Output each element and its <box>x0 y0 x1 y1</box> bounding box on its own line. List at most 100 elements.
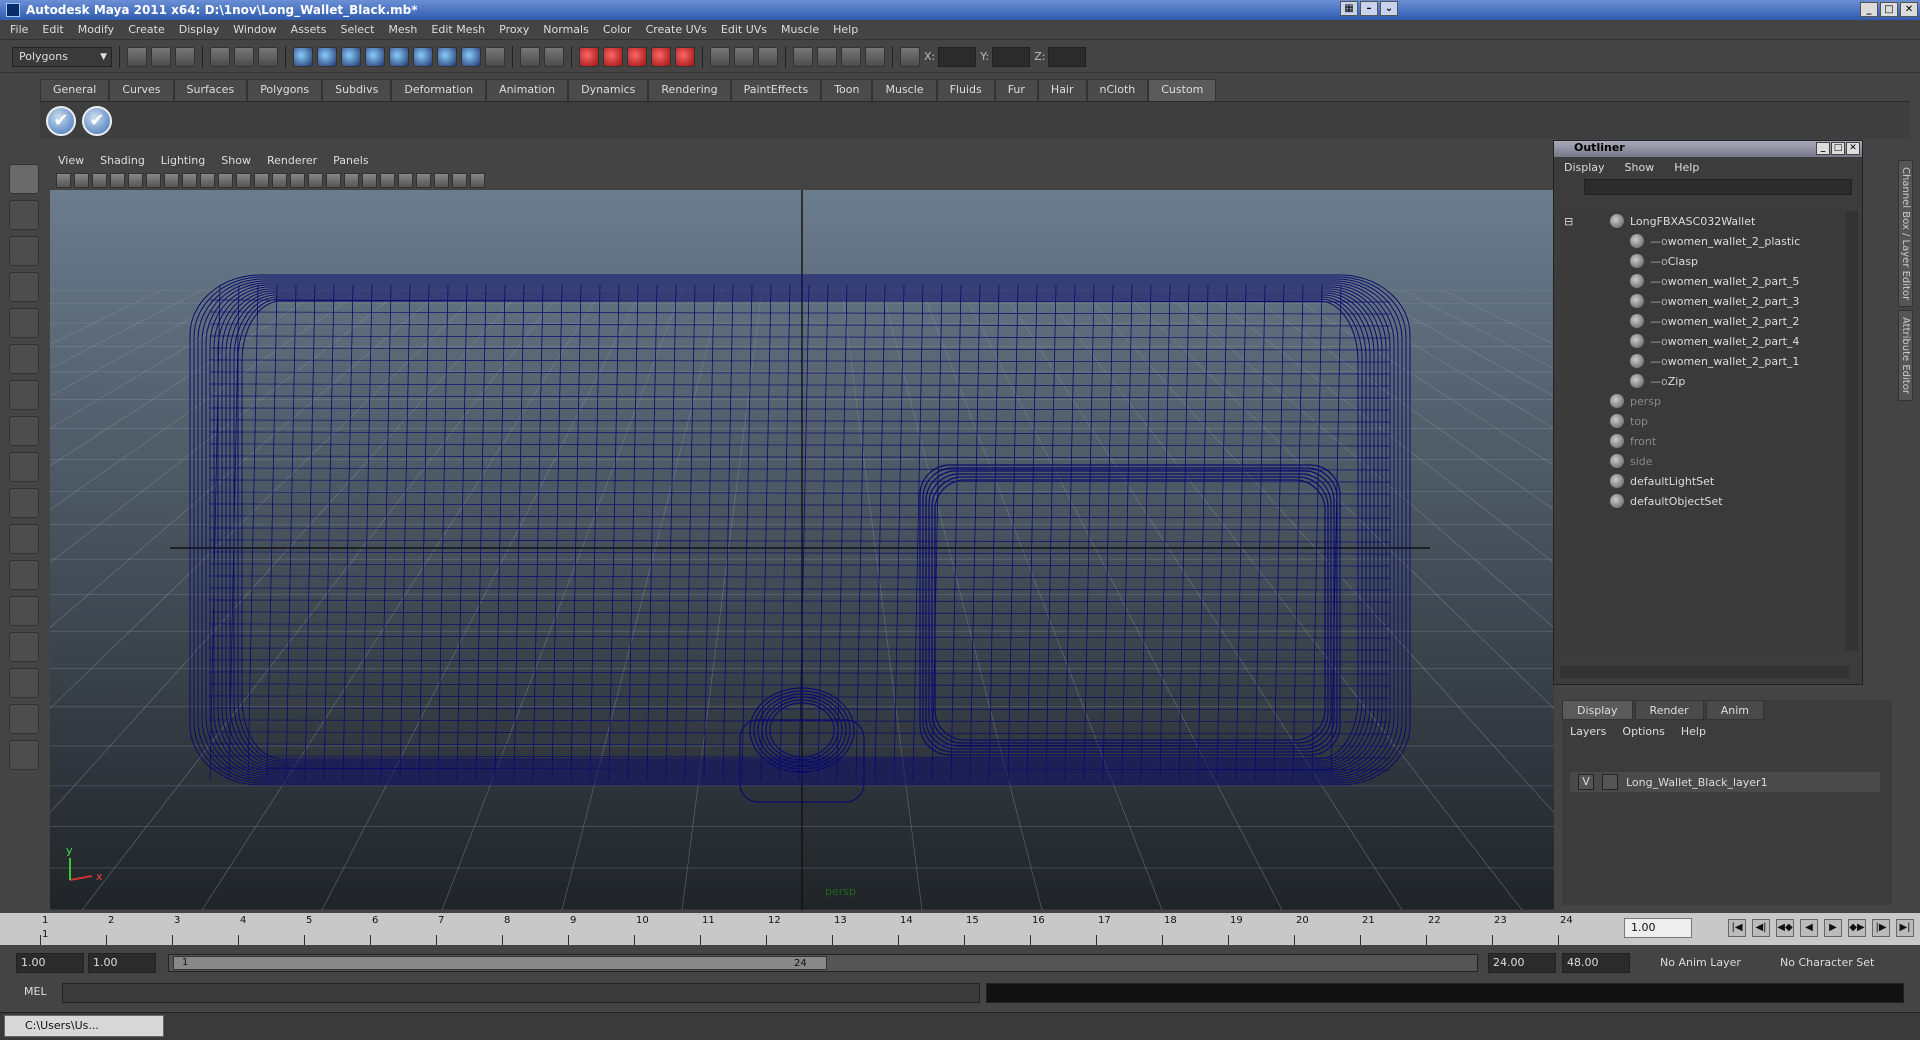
outliner-item[interactable]: —o women_wallet_2_part_2 <box>1560 311 1850 331</box>
step-back-icon[interactable]: ◀| <box>1752 919 1770 937</box>
coord-z-field[interactable] <box>1048 46 1087 67</box>
command-language-label[interactable]: MEL <box>24 985 47 998</box>
help-icon[interactable] <box>485 46 505 67</box>
coord-y-field[interactable] <box>992 46 1031 67</box>
layer-menu-help[interactable]: Help <box>1681 725 1706 738</box>
tray-minimize-icon[interactable]: – <box>1360 1 1378 16</box>
viewport-tool-icon[interactable] <box>380 172 395 188</box>
layout-graph-icon[interactable] <box>9 632 39 662</box>
rotate-tool-icon[interactable] <box>9 308 39 338</box>
shelf-tab-fur[interactable]: Fur <box>994 79 1038 101</box>
minimize-icon[interactable]: _ <box>1860 2 1878 17</box>
mask-joints-icon[interactable] <box>317 46 337 67</box>
viewport-tool-icon[interactable] <box>236 172 251 188</box>
layout-hypershade-icon[interactable] <box>9 668 39 698</box>
last-tool-icon[interactable] <box>9 488 39 518</box>
tab-attribute-editor[interactable]: Attribute Editor <box>1898 310 1913 401</box>
menu-proxy[interactable]: Proxy <box>499 23 529 36</box>
go-to-start-icon[interactable]: |◀ <box>1728 919 1746 937</box>
outliner-item[interactable]: ⊟ LongFBXASC032Wallet <box>1560 211 1850 231</box>
paint-select-tool-icon[interactable] <box>9 236 39 266</box>
shelf-check-icon[interactable]: ✔ <box>46 105 76 136</box>
outliner-item[interactable]: —o Zip <box>1560 371 1850 391</box>
animation-start-field[interactable]: 1.00 <box>16 953 84 973</box>
menu-muscle[interactable]: Muscle <box>781 23 819 36</box>
viewport-canvas[interactable]: xy persp <box>50 190 1554 910</box>
menu-edit-mesh[interactable]: Edit Mesh <box>431 23 485 36</box>
select-tool-icon[interactable] <box>9 164 39 194</box>
shelf-tab-general[interactable]: General <box>40 79 110 101</box>
tray-chevron-down-icon[interactable]: ⌄ <box>1380 1 1398 16</box>
shelf-check-icon[interactable]: ✔ <box>82 105 112 136</box>
render-view-icon[interactable] <box>793 46 813 67</box>
mask-misc-icon[interactable] <box>461 46 481 67</box>
maximize-icon[interactable]: □ <box>1880 2 1898 17</box>
outliner-item[interactable]: —o Clasp <box>1560 251 1850 271</box>
viewport-tool-icon[interactable] <box>290 172 305 188</box>
tab-channel-box[interactable]: Channel Box / Layer Editor <box>1898 160 1913 308</box>
shelf-tab-surfaces[interactable]: Surfaces <box>173 79 248 101</box>
input-ops-icon[interactable] <box>710 46 730 67</box>
snap-point-icon[interactable] <box>627 46 647 67</box>
menu-file[interactable]: File <box>10 23 28 36</box>
maximize-icon[interactable]: □ <box>1831 142 1845 155</box>
menu-display[interactable]: Display <box>179 23 220 36</box>
layer-row[interactable]: V Long_Wallet_Black_layer1 <box>1570 772 1880 792</box>
select-hierarchy-icon[interactable] <box>210 46 230 67</box>
range-bar[interactable]: 1 24 <box>168 954 1478 972</box>
outliner-menu-display[interactable]: Display <box>1564 161 1605 174</box>
viewport-tool-icon[interactable] <box>308 172 323 188</box>
shelf-tab-deformation[interactable]: Deformation <box>391 79 487 101</box>
viewport-tool-icon[interactable] <box>74 172 89 188</box>
playback-end-field[interactable]: 24.00 <box>1488 953 1556 973</box>
shelf-tab-painteffects[interactable]: PaintEffects <box>730 79 822 101</box>
mask-deformations-icon[interactable] <box>389 46 409 67</box>
select-component-icon[interactable] <box>258 46 278 67</box>
mask-surfaces-icon[interactable] <box>365 46 385 67</box>
outliner-item[interactable]: —o women_wallet_2_part_5 <box>1560 271 1850 291</box>
viewport-tool-icon[interactable] <box>218 172 233 188</box>
layer-menu-options[interactable]: Options <box>1622 725 1664 738</box>
snap-curve-icon[interactable] <box>603 46 623 67</box>
animation-end-field[interactable]: 48.00 <box>1562 953 1630 973</box>
soft-mod-tool-icon[interactable] <box>9 416 39 446</box>
select-object-icon[interactable] <box>234 46 254 67</box>
lasso-tool-icon[interactable] <box>9 200 39 230</box>
step-forward-key-icon[interactable]: ◆▶ <box>1848 919 1866 937</box>
manipulator-tool-icon[interactable] <box>9 380 39 410</box>
outliner-vertical-scrollbar[interactable] <box>1846 211 1858 651</box>
viewport-tool-icon[interactable] <box>272 172 287 188</box>
outliner-item[interactable]: —o women_wallet_2_part_4 <box>1560 331 1850 351</box>
character-set-select[interactable]: No Character Set <box>1776 953 1886 973</box>
viewport-tool-icon[interactable] <box>92 172 107 188</box>
viewport-tool-icon[interactable] <box>164 172 179 188</box>
render-settings-icon[interactable] <box>865 46 885 67</box>
render-frame-icon[interactable] <box>817 46 837 67</box>
shelf-tab-subdivs[interactable]: Subdivs <box>322 79 392 101</box>
layer-type-toggle[interactable] <box>1602 774 1618 790</box>
transform-mode-icon[interactable] <box>900 46 920 67</box>
viewport-tool-icon[interactable] <box>362 172 377 188</box>
time-slider[interactable]: 1.00 |◀ ◀| ◀◆ ◀ ▶ ◆▶ |▶ ▶| 1 2 3 4 5 6 7 8 9 10 11… <box>0 913 1920 945</box>
layer-visibility-toggle[interactable]: V <box>1578 774 1594 790</box>
layout-single-icon[interactable] <box>9 524 39 554</box>
viewport-tool-icon[interactable] <box>416 172 431 188</box>
playback-start-field[interactable]: 1.00 <box>88 953 156 973</box>
shelf-tab-curves[interactable]: Curves <box>109 79 174 101</box>
ipr-render-icon[interactable] <box>841 46 861 67</box>
command-input[interactable] <box>62 983 980 1003</box>
outliner-item[interactable]: top <box>1560 411 1850 431</box>
move-tool-icon[interactable] <box>9 272 39 302</box>
play-backwards-icon[interactable]: ◀ <box>1800 919 1818 937</box>
output-ops-icon[interactable] <box>734 46 754 67</box>
shelf-tab-fluids[interactable]: Fluids <box>936 79 995 101</box>
show-manipulator-icon[interactable] <box>9 452 39 482</box>
menu-help[interactable]: Help <box>833 23 858 36</box>
menu-normals[interactable]: Normals <box>543 23 589 36</box>
shelf-tab-polygons[interactable]: Polygons <box>247 79 323 101</box>
play-forwards-icon[interactable]: ▶ <box>1824 919 1842 937</box>
shelf-tab-animation[interactable]: Animation <box>486 79 569 101</box>
shelf-tab-toon[interactable]: Toon <box>821 79 873 101</box>
taskbar-item[interactable]: C:\Users\Us... <box>4 1015 164 1037</box>
tray-grid-icon[interactable]: ▦ <box>1340 1 1358 16</box>
